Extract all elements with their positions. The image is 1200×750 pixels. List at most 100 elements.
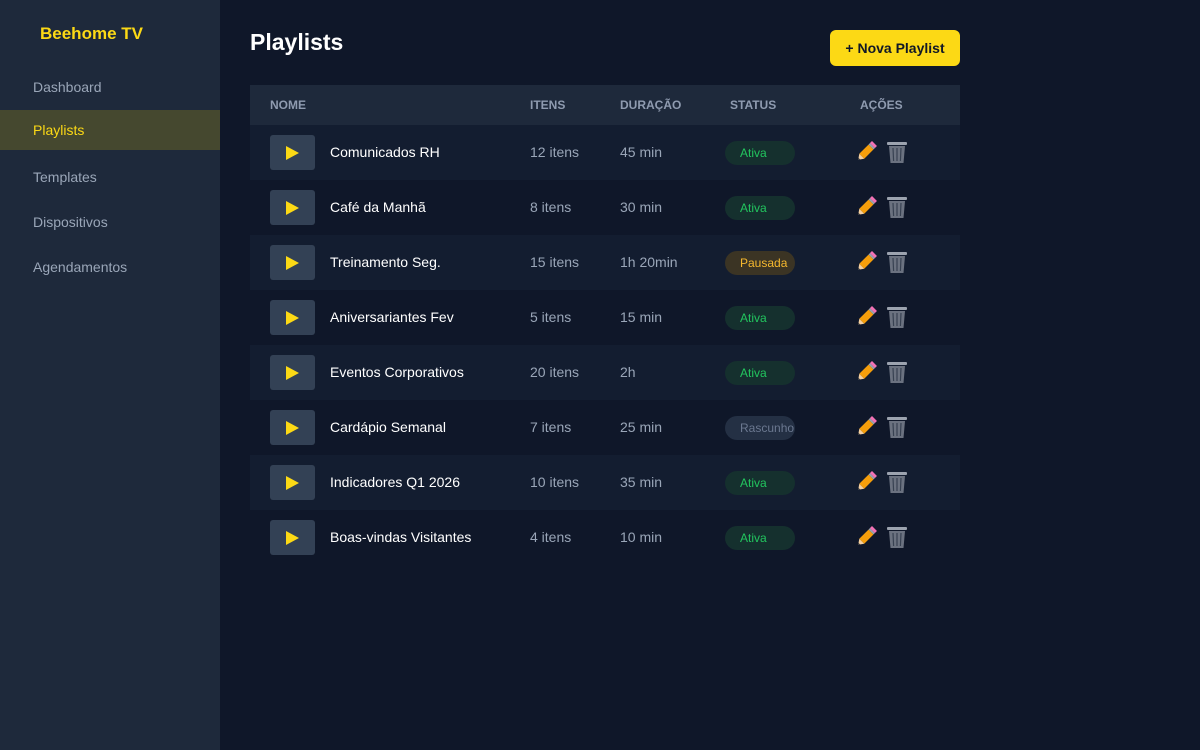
pencil-icon (858, 141, 877, 160)
play-button[interactable] (270, 410, 315, 445)
play-icon (286, 311, 299, 325)
pencil-icon (858, 251, 877, 270)
column-header-status: Status (730, 98, 777, 112)
trash-icon (887, 197, 907, 218)
brand-logo-text[interactable]: Beehome TV (40, 24, 143, 44)
playlist-item-count: 20 itens (530, 364, 580, 380)
pencil-icon (858, 306, 877, 325)
trash-icon (887, 307, 907, 328)
edit-button[interactable] (854, 304, 878, 330)
play-icon (286, 201, 299, 215)
table-row: Cardápio Semanal 7 itens 25 min Rascunho (250, 400, 960, 455)
trash-icon (887, 417, 907, 438)
delete-button[interactable] (885, 359, 909, 385)
sidebar-item-agendamentos[interactable]: Agendamentos (0, 247, 220, 287)
delete-button[interactable] (885, 139, 909, 165)
playlist-duration: 25 min (620, 419, 663, 435)
playlist-name: Aniversariantes Fev (330, 309, 454, 325)
edit-button[interactable] (854, 194, 878, 220)
delete-button[interactable] (885, 304, 909, 330)
table-header: Nome Itens Duração Status Ações (250, 85, 960, 125)
playlist-name: Indicadores Q1 2026 (330, 474, 460, 490)
new-playlist-button[interactable]: + Nova Playlist (830, 30, 960, 66)
playlist-name: Treinamento Seg. (330, 254, 441, 270)
column-header-name: Nome (270, 98, 306, 112)
sidebar-item-playlists[interactable]: Playlists (0, 110, 220, 150)
trash-icon (887, 362, 907, 383)
edit-button[interactable] (854, 139, 878, 165)
edit-button[interactable] (854, 524, 878, 550)
status-badge: Ativa (725, 196, 795, 220)
playlist-name: Eventos Corporativos (330, 364, 464, 380)
edit-button[interactable] (854, 414, 878, 440)
delete-button[interactable] (885, 524, 909, 550)
status-badge: Ativa (725, 361, 795, 385)
table-row: Eventos Corporativos 20 itens 2h Ativa (250, 345, 960, 400)
trash-icon (887, 527, 907, 548)
play-button[interactable] (270, 245, 315, 280)
playlist-item-count: 10 itens (530, 474, 580, 490)
playlist-item-count: 4 itens (530, 529, 572, 545)
page-title: Playlists (250, 29, 344, 55)
playlist-duration: 30 min (620, 199, 663, 215)
play-icon (286, 476, 299, 490)
delete-button[interactable] (885, 414, 909, 440)
edit-button[interactable] (854, 359, 878, 385)
playlists-table: Nome Itens Duração Status Ações Comunica… (250, 85, 960, 565)
play-icon (286, 256, 299, 270)
playlist-duration: 2h (620, 364, 636, 380)
play-button[interactable] (270, 465, 315, 500)
column-header-duration: Duração (620, 98, 682, 112)
playlist-name: Boas-vindas Visitantes (330, 529, 472, 545)
play-icon (286, 421, 299, 435)
edit-button[interactable] (854, 469, 878, 495)
playlist-name: Comunicados RH (330, 144, 440, 160)
playlist-name: Cardápio Semanal (330, 419, 446, 435)
play-button[interactable] (270, 355, 315, 390)
column-header-actions: Ações (860, 98, 903, 112)
table-row: Treinamento Seg. 15 itens 1h 20min Pausa… (250, 235, 960, 290)
status-badge: Ativa (725, 141, 795, 165)
pencil-icon (858, 361, 877, 380)
play-icon (286, 531, 299, 545)
playlist-item-count: 15 itens (530, 254, 580, 270)
playlist-duration: 35 min (620, 474, 663, 490)
sidebar-item-dashboard[interactable]: Dashboard (0, 67, 220, 107)
table-row: Indicadores Q1 2026 10 itens 35 min Ativ… (250, 455, 960, 510)
play-button[interactable] (270, 300, 315, 335)
playlist-item-count: 5 itens (530, 309, 572, 325)
playlist-duration: 1h 20min (620, 254, 678, 270)
edit-button[interactable] (854, 249, 878, 275)
playlist-item-count: 7 itens (530, 419, 572, 435)
playlist-duration: 10 min (620, 529, 663, 545)
delete-button[interactable] (885, 249, 909, 275)
pencil-icon (858, 526, 877, 545)
play-button[interactable] (270, 190, 315, 225)
main-content: Playlists + Nova Playlist Nome Itens Dur… (220, 0, 1200, 750)
table-row: Café da Manhã 8 itens 30 min Ativa (250, 180, 960, 235)
trash-icon (887, 252, 907, 273)
play-icon (286, 146, 299, 160)
trash-icon (887, 142, 907, 163)
table-row: Boas-vindas Visitantes 4 itens 10 min At… (250, 510, 960, 565)
playlist-name: Café da Manhã (330, 199, 426, 215)
table-row: Aniversariantes Fev 5 itens 15 min Ativa (250, 290, 960, 345)
play-button[interactable] (270, 135, 315, 170)
pencil-icon (858, 196, 877, 215)
delete-button[interactable] (885, 469, 909, 495)
table-row: Comunicados RH 12 itens 45 min Ativa (250, 125, 960, 180)
column-header-items: Itens (530, 98, 566, 112)
sidebar: Beehome TV Dashboard Playlists Templates… (0, 0, 220, 750)
status-badge: Rascunho (725, 416, 795, 440)
status-badge: Ativa (725, 306, 795, 330)
pencil-icon (858, 416, 877, 435)
play-button[interactable] (270, 520, 315, 555)
sidebar-item-dispositivos[interactable]: Dispositivos (0, 202, 220, 242)
table-body: Comunicados RH 12 itens 45 min Ativa Caf… (250, 125, 960, 565)
status-badge: Ativa (725, 526, 795, 550)
sidebar-item-templates[interactable]: Templates (0, 157, 220, 197)
delete-button[interactable] (885, 194, 909, 220)
playlist-item-count: 12 itens (530, 144, 580, 160)
playlist-item-count: 8 itens (530, 199, 572, 215)
trash-icon (887, 472, 907, 493)
